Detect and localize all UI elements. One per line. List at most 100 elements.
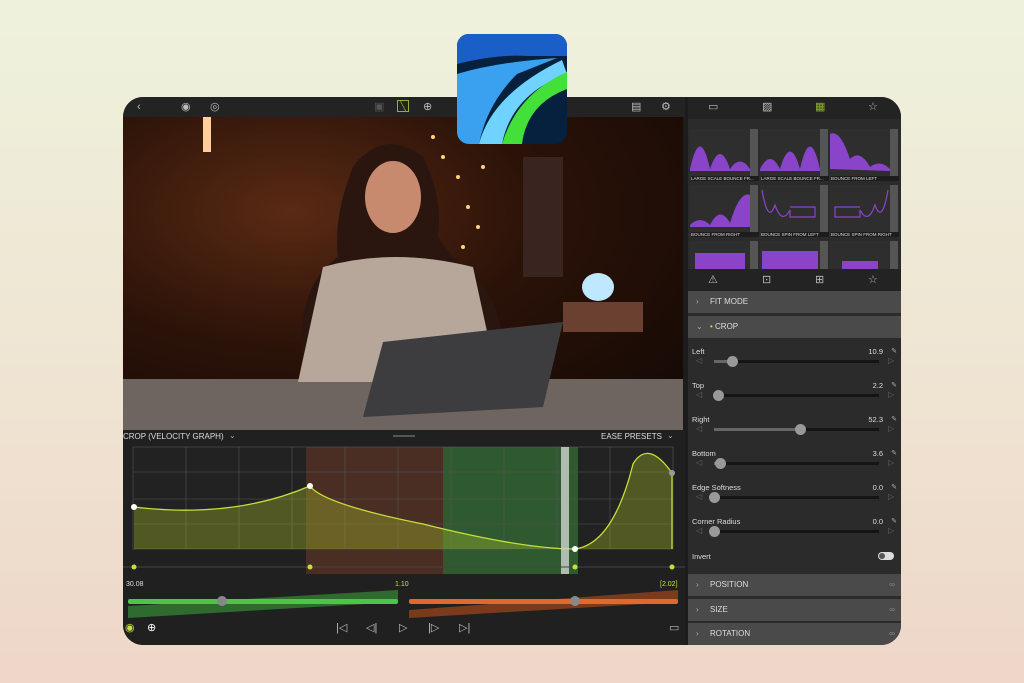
param-value[interactable]: 3.6 [873, 449, 883, 458]
preset-thumbnail [760, 146, 820, 171]
link-icon[interactable]: ∞ [889, 574, 895, 596]
playhead[interactable] [561, 447, 569, 574]
ease-in-slider[interactable] [128, 599, 398, 604]
decrement-arrow-icon[interactable]: ◁ [696, 492, 702, 501]
preset-tile[interactable]: BOUNCE SPIN FROM LEFT [760, 185, 829, 237]
graph-dropdown-icon[interactable]: ⌄ [229, 431, 236, 440]
section-rotation[interactable]: › ROTATION ∞ [688, 623, 901, 645]
decrement-arrow-icon[interactable]: ◁ [696, 458, 702, 467]
param-label: Right [692, 415, 710, 424]
decrement-arrow-icon[interactable]: ◁ [696, 424, 702, 433]
decrement-arrow-icon[interactable]: ◁ [696, 526, 702, 535]
graph-view-icon[interactable]: ╲ [397, 100, 409, 112]
video-preview[interactable] [123, 117, 683, 430]
step-forward-icon[interactable]: |▷ [428, 622, 439, 634]
edit-pencil-icon[interactable]: ✎ [891, 381, 897, 389]
section-crop[interactable]: ⌄ • CROP [688, 316, 901, 338]
edit-pencil-icon[interactable]: ✎ [891, 517, 897, 525]
increment-arrow-icon[interactable]: ▷ [888, 492, 894, 501]
tab-star-icon[interactable]: ☆ [868, 274, 878, 286]
preset-tile[interactable]: BOUNCE SPIN FROM RIGHT [830, 185, 899, 237]
tab-layer-icon[interactable]: ⊡ [762, 274, 771, 286]
step-back-icon[interactable]: ◁| [366, 622, 377, 634]
param-label: Bottom [692, 449, 716, 458]
param-value[interactable]: 0.0 [873, 517, 883, 526]
ease-presets-button[interactable]: EASE PRESETS [601, 432, 662, 441]
velocity-graph[interactable] [123, 444, 685, 579]
param-value[interactable]: 10.9 [868, 347, 883, 356]
clipboard-icon[interactable]: ▤ [631, 101, 641, 113]
ease-presets-dropdown-icon[interactable]: ⌄ [667, 431, 674, 440]
edit-pencil-icon[interactable]: ✎ [891, 415, 897, 423]
section-size[interactable]: › SIZE ∞ [688, 599, 901, 621]
keyframe-handle[interactable] [131, 504, 137, 510]
edit-pencil-icon[interactable]: ✎ [891, 449, 897, 457]
param-slider[interactable] [712, 390, 879, 401]
edit-pencil-icon[interactable]: ✎ [891, 347, 897, 355]
timeline-keyframe[interactable] [669, 564, 675, 570]
param-slider[interactable] [714, 458, 879, 469]
settings-icon[interactable]: ⚙ [661, 101, 671, 113]
ease-out-knob[interactable] [570, 596, 580, 606]
link-icon[interactable]: ∞ [889, 599, 895, 621]
param-value[interactable]: 0.0 [873, 483, 883, 492]
decrement-arrow-icon[interactable]: ◁ [696, 390, 702, 399]
param-slider[interactable] [714, 356, 879, 367]
timeline-keyframe[interactable] [572, 564, 578, 570]
skip-to-start-icon[interactable]: |◁ [336, 622, 347, 634]
ease-out-slider[interactable] [409, 599, 678, 604]
slider-knob[interactable] [795, 424, 807, 435]
keyframe-handle[interactable] [572, 546, 578, 552]
section-fit-mode[interactable]: › FIT MODE [688, 291, 901, 313]
crop-param-corner-radius: Corner Radius 0.0 ✎ ◁ ▷ [692, 517, 897, 551]
slider-knob[interactable] [726, 356, 738, 367]
tab-favorites-icon[interactable]: ☆ [868, 101, 878, 113]
preset-tile[interactable]: BOUNCE FROM LEFT [830, 129, 899, 181]
preset-tile[interactable]: BOUNCE FROM RIGHT [690, 185, 759, 237]
increment-arrow-icon[interactable]: ▷ [888, 356, 894, 365]
increment-arrow-icon[interactable]: ▷ [888, 526, 894, 535]
play-icon[interactable]: ▷ [399, 622, 407, 634]
graph-title[interactable]: CROP (VELOCITY GRAPH) [123, 432, 224, 441]
param-value[interactable]: 52.3 [868, 415, 883, 424]
increment-arrow-icon[interactable]: ▷ [888, 390, 894, 399]
timeline-keyframe[interactable] [307, 564, 313, 570]
crop-view-icon[interactable]: ▣ [374, 101, 384, 113]
tab-transform-icon[interactable]: ⊞ [815, 274, 824, 286]
tab-transition-icon[interactable]: ▨ [762, 101, 772, 113]
param-slider[interactable] [714, 424, 879, 435]
keyframe-handle[interactable] [669, 470, 675, 476]
eye-icon[interactable]: ◉ [181, 101, 191, 113]
add-keyframe-icon[interactable]: ⊕ [147, 622, 156, 634]
back-icon[interactable]: ‹ [137, 101, 141, 113]
ease-in-knob[interactable] [217, 596, 227, 606]
eye-hidden-icon[interactable]: ◎ [210, 101, 220, 113]
slider-knob[interactable] [712, 390, 724, 401]
fullscreen-icon[interactable]: ▭ [669, 622, 679, 634]
invert-toggle[interactable] [878, 552, 894, 560]
preset-tile[interactable]: LARGE SCALE BOUNCE FR... [690, 129, 759, 181]
param-slider[interactable] [709, 526, 879, 537]
ease-sliders[interactable] [123, 588, 685, 618]
keyframe-handle[interactable] [307, 483, 313, 489]
decrement-arrow-icon[interactable]: ◁ [696, 356, 702, 365]
tab-effects-icon[interactable]: ⚠ [708, 274, 718, 286]
loop-toggle-icon[interactable]: ◉ [125, 622, 135, 634]
timeline-keyframe[interactable] [131, 564, 137, 570]
increment-arrow-icon[interactable]: ▷ [888, 424, 894, 433]
increment-arrow-icon[interactable]: ▷ [888, 458, 894, 467]
slider-knob[interactable] [709, 492, 720, 503]
link-icon[interactable]: ∞ [889, 623, 895, 645]
slider-knob[interactable] [709, 526, 720, 537]
preset-tile[interactable]: LARGE SCALE BOUNCE FR... [760, 129, 829, 181]
slider-knob[interactable] [714, 458, 726, 469]
section-position[interactable]: › POSITION ∞ [688, 574, 901, 596]
param-slider[interactable] [709, 492, 879, 503]
zoom-icon[interactable]: ⊕ [423, 101, 432, 113]
tab-animation-icon[interactable]: ▦ [815, 101, 825, 113]
skip-to-end-icon[interactable]: ▷| [459, 622, 470, 634]
panel-drag-handle[interactable] [393, 435, 415, 437]
edit-pencil-icon[interactable]: ✎ [891, 483, 897, 491]
tab-frame-icon[interactable]: ▭ [708, 101, 718, 113]
param-value[interactable]: 2.2 [873, 381, 883, 390]
